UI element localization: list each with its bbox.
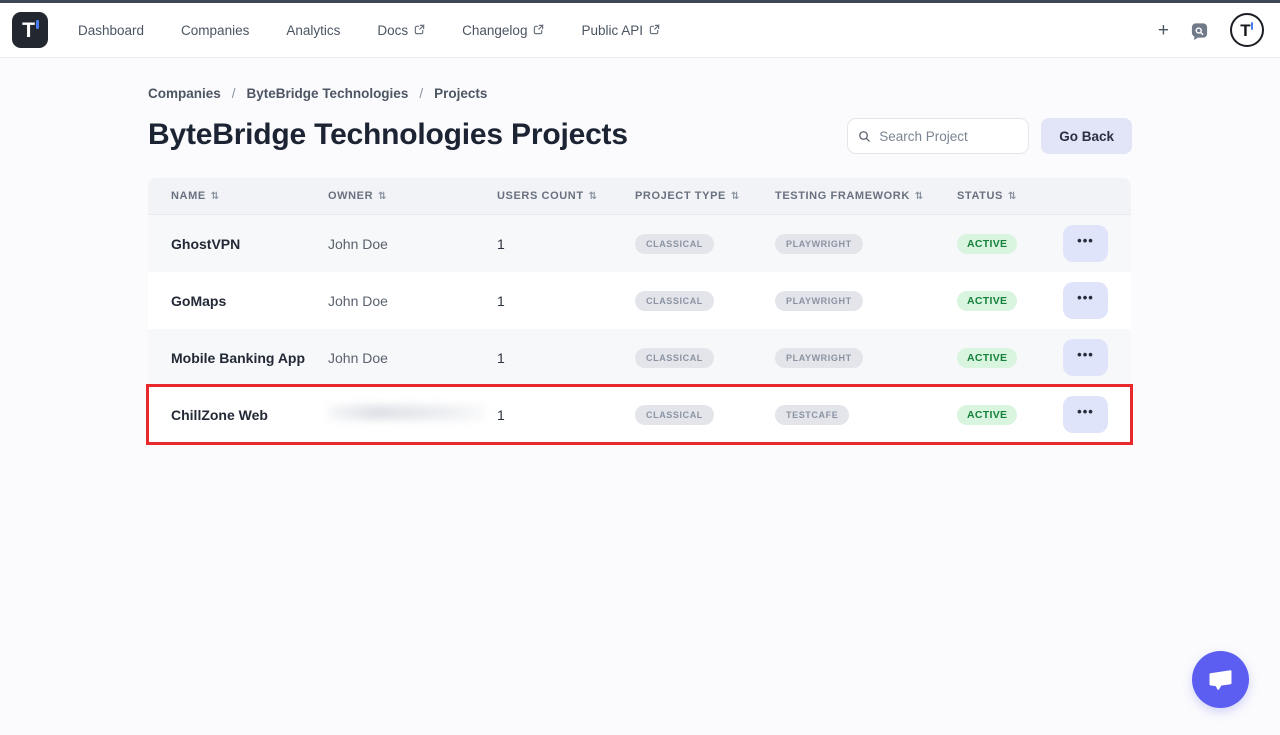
breadcrumb-separator: / (232, 86, 236, 101)
row-actions-button[interactable]: ••• (1063, 282, 1108, 319)
add-icon[interactable]: + (1158, 21, 1169, 40)
project-name: GhostVPN (171, 236, 328, 252)
project-name: Mobile Banking App (171, 350, 328, 366)
users-count: 1 (497, 350, 635, 366)
projects-table: Name⇅ Owner⇅ Users Count⇅ Project Type⇅ … (148, 178, 1131, 443)
nav-item-companies[interactable]: Companies (181, 23, 249, 38)
breadcrumb-projects[interactable]: Projects (434, 86, 487, 101)
column-header-owner[interactable]: Owner⇅ (328, 190, 497, 202)
nav-links: Dashboard Companies Analytics Docs Chang… (78, 23, 660, 38)
status-badge: ACTIVE (957, 405, 1017, 425)
breadcrumb-companies[interactable]: Companies (148, 86, 221, 101)
sort-icon: ⇅ (589, 191, 598, 202)
main-content: Companies / ByteBridge Technologies / Pr… (0, 86, 1280, 443)
project-owner: John Doe (328, 293, 497, 309)
breadcrumb-company-name[interactable]: ByteBridge Technologies (247, 86, 409, 101)
nav-item-docs[interactable]: Docs (377, 23, 425, 38)
users-count: 1 (497, 293, 635, 309)
project-type-badge: CLASSICAL (635, 405, 714, 425)
search-input[interactable] (879, 129, 1018, 144)
column-header-status[interactable]: Status⇅ (957, 190, 1063, 202)
project-name: ChillZone Web (171, 407, 328, 423)
chat-bubble-icon (1207, 667, 1234, 692)
user-avatar[interactable]: T (1230, 13, 1264, 47)
column-header-name[interactable]: Name⇅ (171, 190, 328, 202)
project-name: GoMaps (171, 293, 328, 309)
nav-item-public-api[interactable]: Public API (581, 23, 660, 38)
status-badge: ACTIVE (957, 291, 1017, 311)
sort-icon: ⇅ (378, 191, 387, 202)
app-logo[interactable]: T (12, 12, 48, 48)
project-search-box (847, 118, 1029, 154)
column-header-users-count[interactable]: Users Count⇅ (497, 190, 635, 202)
external-link-icon (533, 24, 544, 35)
status-badge: ACTIVE (957, 348, 1017, 368)
nav-item-analytics[interactable]: Analytics (286, 23, 340, 38)
redacted-owner-blur (328, 405, 486, 420)
row-actions-button[interactable]: ••• (1063, 396, 1108, 433)
table-header: Name⇅ Owner⇅ Users Count⇅ Project Type⇅ … (148, 178, 1131, 215)
project-owner: John Doe (328, 236, 497, 252)
nav-item-dashboard[interactable]: Dashboard (78, 23, 144, 38)
chat-widget-button[interactable] (1192, 651, 1249, 708)
testing-framework-badge: TESTCAFE (775, 405, 849, 425)
breadcrumb-separator: / (419, 86, 423, 101)
go-back-button[interactable]: Go Back (1041, 118, 1132, 154)
toolbar: Go Back (847, 118, 1132, 154)
nav-actions: + T (1158, 13, 1264, 47)
column-header-project-type[interactable]: Project Type⇅ (635, 190, 775, 202)
app-logo-accent (36, 20, 39, 29)
top-navbar: T Dashboard Companies Analytics Docs Cha… (0, 3, 1280, 58)
table-row-chillzone-web-highlighted[interactable]: ChillZone Web 1 CLASSICAL TESTCAFE ACTIV… (148, 386, 1131, 443)
row-actions-button[interactable]: ••• (1063, 339, 1108, 376)
sort-icon: ⇅ (915, 191, 924, 202)
users-count: 1 (497, 236, 635, 252)
sort-icon: ⇅ (1008, 191, 1017, 202)
table-row-mobile-banking-app[interactable]: Mobile Banking App John Doe 1 CLASSICAL … (148, 329, 1131, 386)
external-link-icon (649, 24, 660, 35)
table-row-ghostvpn[interactable]: GhostVPN John Doe 1 CLASSICAL PLAYWRIGHT… (148, 215, 1131, 272)
project-type-badge: CLASSICAL (635, 234, 714, 254)
users-count: 1 (497, 407, 635, 423)
breadcrumb: Companies / ByteBridge Technologies / Pr… (148, 86, 1132, 101)
project-owner: John Doe (328, 350, 497, 366)
app-logo-letter: T (22, 20, 35, 41)
testing-framework-badge: PLAYWRIGHT (775, 234, 863, 254)
column-header-testing-framework[interactable]: Testing Framework⇅ (775, 190, 957, 202)
testing-framework-badge: PLAYWRIGHT (775, 291, 863, 311)
status-badge: ACTIVE (957, 234, 1017, 254)
avatar-logo-accent (1251, 22, 1254, 30)
nav-item-changelog[interactable]: Changelog (462, 23, 544, 38)
project-type-badge: CLASSICAL (635, 348, 714, 368)
sort-icon: ⇅ (211, 191, 220, 202)
testing-framework-badge: PLAYWRIGHT (775, 348, 863, 368)
notes-search-icon[interactable] (1190, 21, 1209, 40)
project-type-badge: CLASSICAL (635, 291, 714, 311)
page-title: ByteBridge Technologies Projects (148, 118, 628, 152)
table-row-gomaps[interactable]: GoMaps John Doe 1 CLASSICAL PLAYWRIGHT A… (148, 272, 1131, 329)
external-link-icon (414, 24, 425, 35)
row-actions-button[interactable]: ••• (1063, 225, 1108, 262)
search-icon (858, 129, 871, 144)
sort-icon: ⇅ (731, 191, 740, 202)
